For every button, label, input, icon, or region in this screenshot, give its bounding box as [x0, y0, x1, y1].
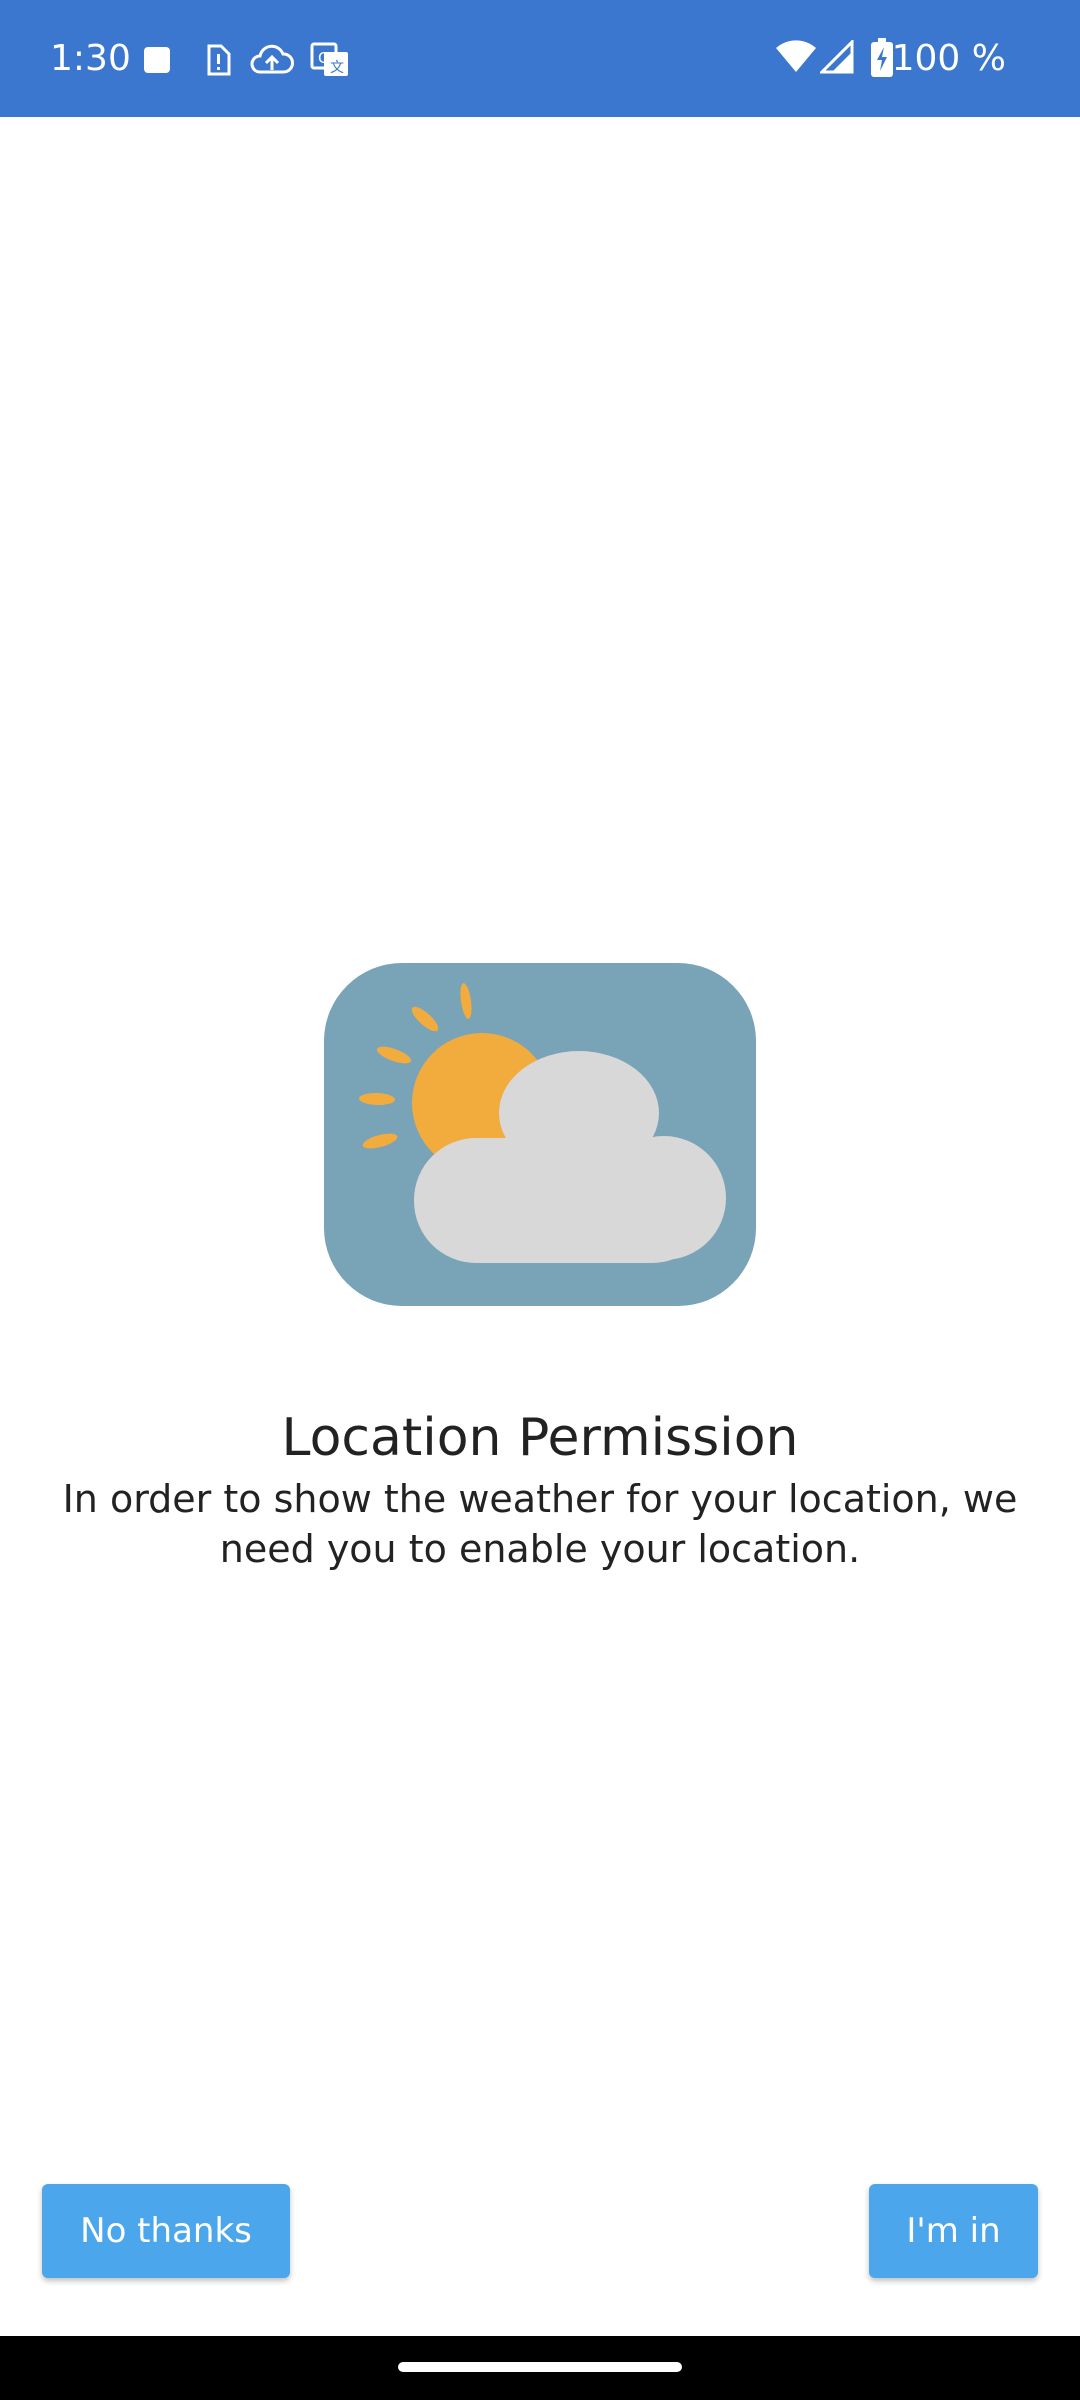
- home-gesture-handle[interactable]: [398, 2362, 682, 2372]
- svg-text:G: G: [318, 49, 330, 67]
- permission-description: In order to show the weather for your lo…: [62, 1477, 1018, 1571]
- status-bar: 1:30 G 文 100 %: [0, 0, 1080, 117]
- battery-percentage: 100 %: [891, 38, 1006, 79]
- navigation-bar: [0, 2336, 1080, 2400]
- cloud-upload-icon: [250, 44, 294, 74]
- weather-partly-cloudy-icon: [324, 963, 756, 1306]
- im-in-button[interactable]: I'm in: [869, 2184, 1038, 2278]
- no-thanks-button[interactable]: No thanks: [42, 2184, 290, 2278]
- stop-square-icon: [144, 47, 170, 73]
- translate-icon: G 文: [310, 42, 348, 76]
- status-time: 1:30: [50, 38, 131, 79]
- page-title: Location Permission: [281, 1408, 799, 1468]
- sim-alert-icon: [207, 44, 231, 76]
- svg-text:文: 文: [330, 60, 344, 76]
- cell-signal-icon: [820, 40, 854, 74]
- wifi-icon: [776, 40, 816, 72]
- battery-charging-icon: [871, 38, 893, 77]
